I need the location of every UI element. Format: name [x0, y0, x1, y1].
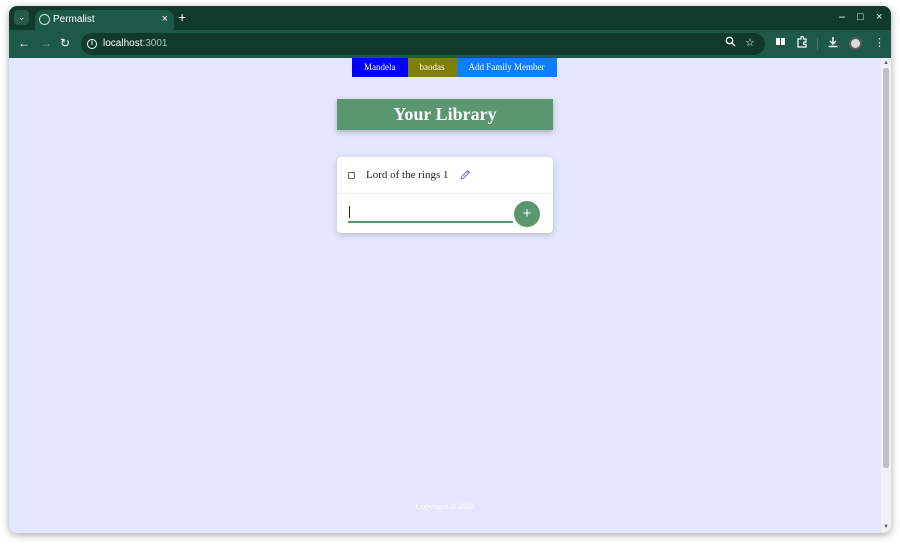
back-icon[interactable]: ←	[18, 36, 30, 51]
browser-toolbar: ← → ↻ i localhost:3001 ☆ ⋮	[9, 30, 891, 58]
reload-icon[interactable]: ↻	[60, 36, 70, 51]
scroll-down-arrow[interactable]: ▼	[883, 524, 889, 530]
star-icon[interactable]: ☆	[745, 36, 755, 51]
page-title: Your Library	[393, 104, 497, 124]
download-icon[interactable]	[827, 36, 839, 53]
forward-icon[interactable]: →	[40, 36, 52, 51]
member-tab-mandela[interactable]: Mandela	[352, 58, 408, 77]
add-item-button[interactable]: +	[514, 201, 540, 227]
page-viewport: Mandela baodas Add Family Member Your Li…	[9, 58, 881, 533]
close-window-icon[interactable]: ×	[876, 9, 882, 26]
browser-window: ⌄ Permalist × + – □ × ← → ↻ i localhost:…	[9, 6, 891, 533]
item-title: Lord of the rings 1	[366, 169, 449, 181]
tab-bar: ⌄ Permalist × + – □ ×	[9, 6, 891, 30]
site-info-icon[interactable]: i	[87, 39, 97, 49]
member-tab-baodas[interactable]: baodas	[407, 58, 457, 77]
zoom-icon[interactable]	[725, 36, 736, 52]
tab-title: Permalist	[53, 14, 95, 25]
globe-icon	[39, 14, 50, 25]
tab-search-button[interactable]: ⌄	[14, 10, 29, 25]
profile-avatar[interactable]	[849, 37, 862, 50]
pencil-icon[interactable]	[459, 168, 471, 180]
maximize-icon[interactable]: □	[857, 9, 864, 26]
page-scrollbar[interactable]: ▲ ▼	[881, 58, 891, 533]
add-family-member-button[interactable]: Add Family Member	[456, 58, 557, 77]
extensions-icon[interactable]	[796, 35, 808, 53]
url-text: localhost:3001	[103, 37, 168, 51]
list-item: Lord of the rings 1	[337, 157, 553, 194]
tab-permalist[interactable]: Permalist ×	[35, 10, 174, 30]
family-member-tabs: Mandela baodas Add Family Member	[352, 58, 557, 77]
text-caret	[349, 206, 350, 218]
footer-copyright: Copyright © 2024	[415, 502, 475, 511]
scroll-thumb[interactable]	[883, 68, 889, 468]
item-checkbox[interactable]	[348, 172, 355, 179]
address-bar[interactable]: i localhost:3001 ☆	[81, 33, 765, 55]
library-heading-box: Your Library	[337, 99, 553, 130]
menu-icon[interactable]: ⋮	[874, 36, 885, 51]
url-host: localhost	[103, 38, 143, 49]
reading-list-icon[interactable]	[775, 36, 786, 52]
minimize-icon[interactable]: –	[839, 9, 845, 26]
new-item-input[interactable]	[348, 201, 513, 223]
url-port: :3001	[142, 38, 168, 49]
close-tab-icon[interactable]: ×	[162, 12, 168, 27]
new-tab-button[interactable]: +	[178, 9, 186, 26]
toolbar-divider	[817, 38, 818, 50]
library-card: Lord of the rings 1 +	[337, 157, 553, 233]
scroll-up-arrow[interactable]: ▲	[883, 60, 889, 66]
